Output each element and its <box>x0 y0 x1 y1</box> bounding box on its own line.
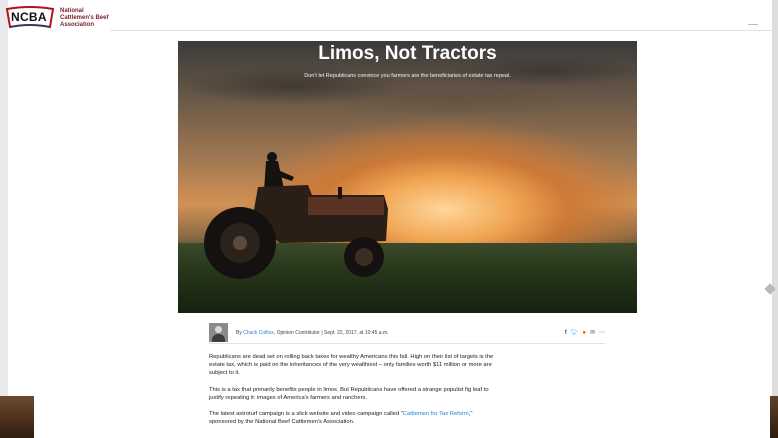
article-body: Republicans are dead set on rolling back… <box>209 353 499 434</box>
avatar-head <box>215 326 222 333</box>
byline-by: By <box>236 330 242 336</box>
more-icon[interactable]: ⋯ <box>599 329 605 336</box>
article-title: Limos, Not Tractors <box>318 43 497 64</box>
paragraph-1: Republicans are dead set on rolling back… <box>209 354 494 377</box>
right-decor-strip <box>772 0 778 438</box>
byline-role-date: , Opinion Contributor | Sept. 22, 2017, … <box>273 330 389 336</box>
logo-abbrev: NCBA <box>11 10 47 24</box>
decor-line <box>748 24 758 25</box>
share-icons: f 🐦︎ ● ✉ ⋯ <box>565 329 605 337</box>
byline-text: By Chuck Collins, Opinion Contributor | … <box>236 330 389 336</box>
email-icon[interactable]: ✉ <box>590 329 595 336</box>
author-link[interactable]: Chuck Collins <box>243 330 274 336</box>
left-decor-strip <box>0 0 8 438</box>
article-subtitle: Don't let Republicans convince you farme… <box>304 73 511 79</box>
paragraph-2: This is a tax that primarily benefits pe… <box>209 386 489 401</box>
wood-texture-decor-right <box>770 396 778 438</box>
author-avatar <box>209 323 228 342</box>
ncba-logo-mark: NCBA <box>6 6 54 30</box>
hero-image: Limos, Not Tractors Don't let Republican… <box>178 41 637 313</box>
avatar-body <box>212 334 225 342</box>
paragraph-3-before: The latest astroturf campaign is a slick… <box>209 411 403 418</box>
article-screenshot: Limos, Not Tractors Don't let Republican… <box>38 31 738 438</box>
wood-texture-decor <box>0 396 34 438</box>
facebook-icon[interactable]: f <box>565 330 567 336</box>
reddit-icon[interactable]: ● <box>582 330 586 336</box>
logo-name: National Cattlemen's Beef Association <box>60 7 109 28</box>
cattlemen-link[interactable]: Cattlemen for Tax Reform <box>403 411 469 417</box>
tractor-silhouette <box>204 152 388 279</box>
twitter-icon[interactable]: 🐦︎ <box>571 329 579 336</box>
ncba-logo: NCBA National Cattlemen's Beef Associati… <box>6 6 114 30</box>
paragraph-3: The latest astroturf campaign is a slick… <box>209 410 499 426</box>
byline-bar: By Chuck Collins, Opinion Contributor | … <box>209 323 605 344</box>
